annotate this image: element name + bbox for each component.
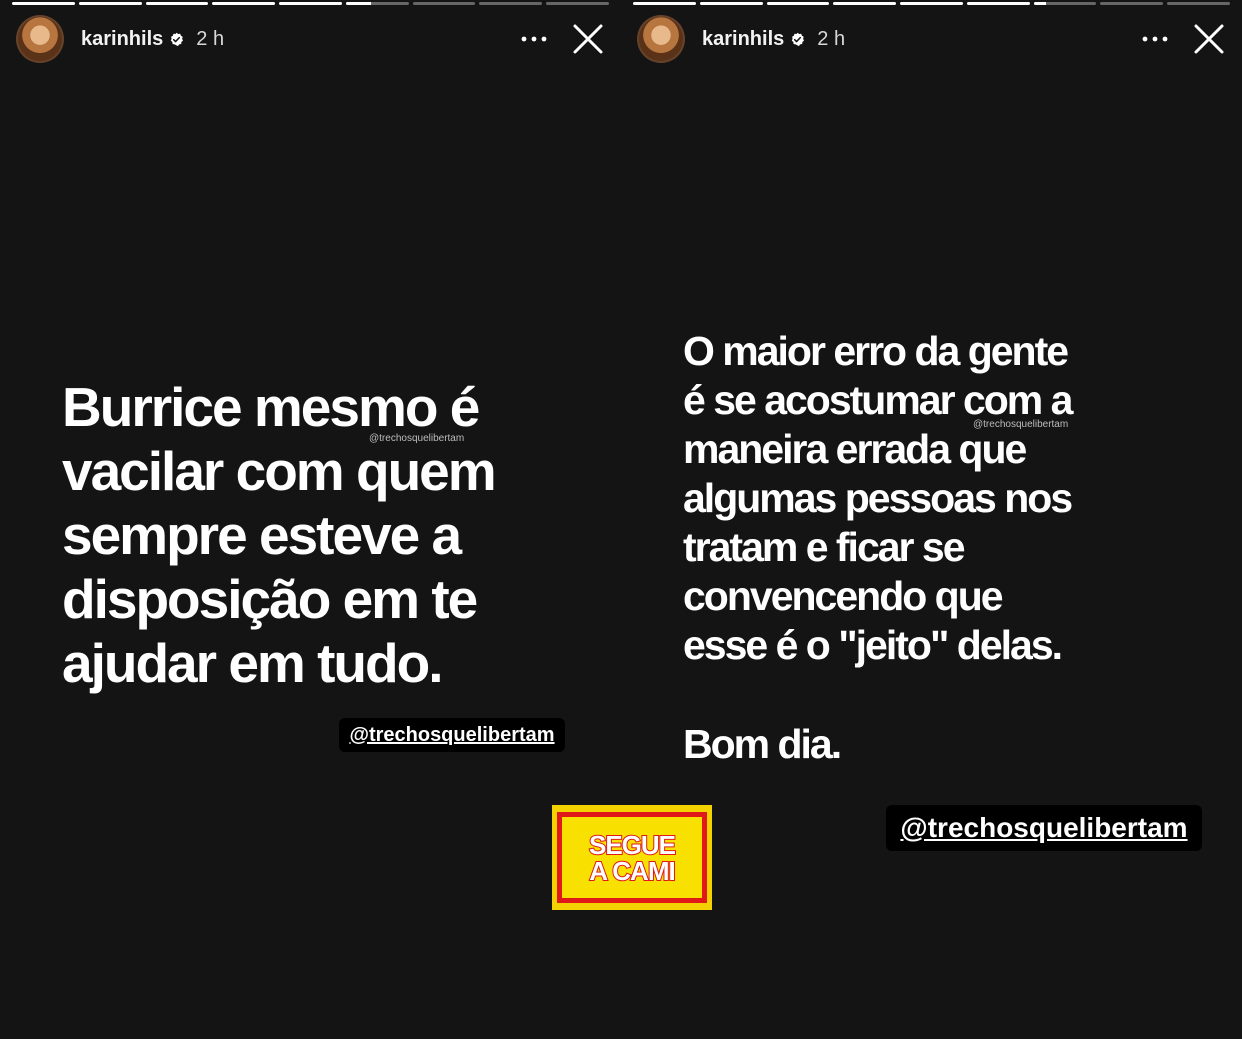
progress-segment [345,2,409,5]
progress-segment [1100,2,1164,5]
progress-segment [633,2,696,5]
progress-segment-fill [1033,2,1047,5]
progress-segment [546,2,610,5]
progress-segment [766,2,830,5]
story-quote-text: O maior erro da gente é se acostumar com… [683,328,1073,668]
story-closing-text: Bom dia. [683,721,842,767]
progress-segment [900,2,963,5]
progress-segment-fill [212,2,276,5]
progress-segment-fill [279,2,342,5]
story-left[interactable]: karinhils 2 h Burrice mesmo é vacilar co… [0,0,621,1039]
progress-segment [279,2,342,5]
progress-segment-fill [699,2,763,5]
mention-sticker[interactable]: @trechosquelibertam [339,718,565,752]
more-options-button[interactable] [519,26,549,52]
sticker-frame: SEGUE A CAMI [557,812,707,903]
post-time: 2 h [196,27,225,50]
story-header: karinhils 2 h [637,14,1226,64]
progress-segment [1033,2,1097,5]
post-time: 2 h [817,27,846,50]
close-icon[interactable] [571,22,605,56]
progress-segment-fill [78,2,142,5]
progress-segment-fill [833,2,897,5]
progress-segment [145,2,209,5]
mention-sticker[interactable]: @trechosquelibertam [886,805,1202,851]
username[interactable]: karinhils [81,28,163,51]
progress-segment [212,2,276,5]
progress-segment-fill [633,2,696,5]
username[interactable]: karinhils [702,28,784,51]
progress-segment-fill [966,2,1030,5]
progress-segment [412,2,476,5]
verified-badge-icon [171,32,184,46]
avatar[interactable] [16,15,64,63]
story-header: karinhils 2 h [16,14,605,64]
watermark-text: @trechosquelibertam [973,419,1069,430]
progress-segment-fill [766,2,830,5]
progress-segment [479,2,543,5]
progress-segment [12,2,75,5]
more-options-button[interactable] [1140,26,1170,52]
watermark-text: @trechosquelibertam [369,433,465,444]
progress-segment [1167,2,1231,5]
segue-a-cami-sticker[interactable]: SEGUE A CAMI [552,805,712,910]
progress-segment-fill [145,2,209,5]
progress-segment [966,2,1030,5]
progress-segment [833,2,897,5]
close-icon[interactable] [1192,22,1226,56]
story-progress-bar [12,2,610,6]
verified-badge-icon [792,32,805,46]
story-progress-bar [633,2,1231,6]
more-options-icon [1142,36,1168,42]
sticker-line-1: SEGUE [588,829,677,860]
story-quote-text: Burrice mesmo é vacilar com quem sempre … [62,376,497,694]
more-options-icon [521,36,547,42]
avatar[interactable] [637,15,685,63]
progress-segment [699,2,763,5]
progress-segment-fill [345,2,372,5]
progress-segment [78,2,142,5]
progress-segment-fill [900,2,963,5]
sticker-line-2: A CAMI [588,855,677,886]
progress-segment-fill [12,2,75,5]
